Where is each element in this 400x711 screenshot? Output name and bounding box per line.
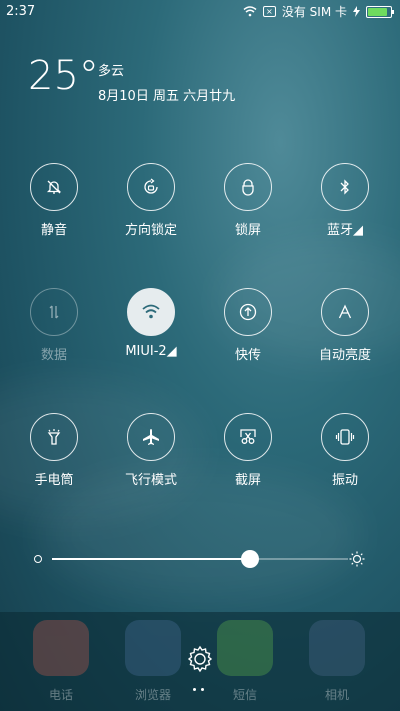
dock-app-browser[interactable]: 浏览器 <box>122 620 184 703</box>
toggle-label: 蓝牙◢ <box>327 223 363 238</box>
weather-condition: 多云 <box>98 64 125 79</box>
lock-screen-button[interactable] <box>224 163 272 211</box>
airplane-mode-button[interactable] <box>127 413 175 461</box>
wifi-status-icon <box>243 6 257 17</box>
toggle-label: 锁屏 <box>234 223 261 238</box>
toggle-label: 振动 <box>331 473 358 488</box>
toggle-label: 飞行模式 <box>124 473 177 488</box>
rotation-lock-icon <box>144 178 158 194</box>
toggle-auto-brightness[interactable]: 自动亮度 <box>305 288 385 363</box>
toggle-label: 方向锁定 <box>124 223 177 238</box>
rotation-lock-button[interactable] <box>127 163 175 211</box>
charging-icon <box>353 6 360 17</box>
toggle-label: 快传 <box>234 348 261 363</box>
dock-app-camera[interactable]: 相机 <box>306 620 368 703</box>
brightness-low-icon <box>34 555 42 563</box>
flashlight-icon <box>47 429 61 445</box>
bluetooth-button[interactable] <box>321 163 369 211</box>
dock-app-label: 电话 <box>48 688 73 702</box>
toggle-wifi[interactable]: MIUI-2◢ <box>111 288 191 359</box>
status-time: 2:37 <box>6 4 36 19</box>
status-bar: 2:37 × 没有 SIM 卡 <box>0 0 400 24</box>
phone-app-icon <box>33 620 89 676</box>
messages-app-icon <box>217 620 273 676</box>
toggle-lock-screen[interactable]: 锁屏 <box>208 163 288 238</box>
flashlight-button[interactable] <box>30 413 78 461</box>
browser-app-icon <box>125 620 181 676</box>
page-indicator <box>193 688 204 691</box>
sim-status-text: 没有 SIM 卡 <box>281 5 347 19</box>
quick-share-icon <box>239 303 257 321</box>
temperature: 25° <box>28 53 99 99</box>
toggle-bluetooth[interactable]: 蓝牙◢ <box>305 163 385 238</box>
dock-app-label: 短信 <box>232 688 257 702</box>
dock-app-label: 相机 <box>324 688 349 702</box>
airplane-icon <box>143 429 159 445</box>
toggle-label: MIUI-2◢ <box>125 344 177 359</box>
brightness-track[interactable] <box>52 550 348 568</box>
toggle-vibrate[interactable]: 振动 <box>305 413 385 488</box>
toggle-label: 手电筒 <box>34 473 74 488</box>
toggle-label: 数据 <box>40 348 67 363</box>
toggle-label: 静音 <box>40 223 67 238</box>
toggle-quick-share[interactable]: 快传 <box>208 288 288 363</box>
battery-icon <box>366 5 394 18</box>
wifi-icon <box>142 304 160 319</box>
dock-app-phone[interactable]: 电话 <box>30 620 92 703</box>
brightness-slider[interactable] <box>30 548 370 570</box>
wifi-button[interactable] <box>127 288 175 336</box>
date-label: 8月10日 周五 六月廿九 <box>98 89 236 104</box>
dock-app-messages[interactable]: 短信 <box>214 620 276 703</box>
settings-gear-icon[interactable] <box>185 644 215 674</box>
lock-icon <box>242 179 254 196</box>
status-icons: × 没有 SIM 卡 <box>243 3 394 20</box>
toggle-mute[interactable]: 静音 <box>14 163 94 238</box>
screenshot-button[interactable] <box>224 413 272 461</box>
screenshot-icon <box>240 429 256 444</box>
data-arrows-icon <box>49 305 59 319</box>
auto-brightness-icon <box>338 304 352 319</box>
brightness-fill <box>52 558 251 560</box>
no-sim-icon: × <box>262 6 276 17</box>
camera-app-icon <box>309 620 365 676</box>
vibrate-button[interactable] <box>321 413 369 461</box>
toggle-label: 自动亮度 <box>318 348 371 363</box>
mute-button[interactable] <box>30 163 78 211</box>
bluetooth-icon <box>340 179 349 195</box>
brightness-thumb[interactable] <box>241 550 260 568</box>
vibrate-icon <box>335 429 355 445</box>
mobile-data-button[interactable] <box>30 288 78 336</box>
toggle-flashlight[interactable]: 手电筒 <box>14 413 94 488</box>
toggle-airplane-mode[interactable]: 飞行模式 <box>111 413 191 488</box>
quick-share-button[interactable] <box>224 288 272 336</box>
bell-off-icon <box>46 180 62 194</box>
weather-widget[interactable]: 25° 多云 8月10日 周五 六月廿九 <box>28 52 235 104</box>
toggle-label: 截屏 <box>234 473 261 488</box>
toggle-screenshot[interactable]: 截屏 <box>208 413 288 488</box>
dock-app-label: 浏览器 <box>134 688 171 702</box>
toggle-rotation-lock[interactable]: 方向锁定 <box>111 163 191 238</box>
brightness-high-icon <box>349 551 365 567</box>
auto-brightness-button[interactable] <box>321 288 369 336</box>
toggle-mobile-data[interactable]: 数据 <box>14 288 94 363</box>
